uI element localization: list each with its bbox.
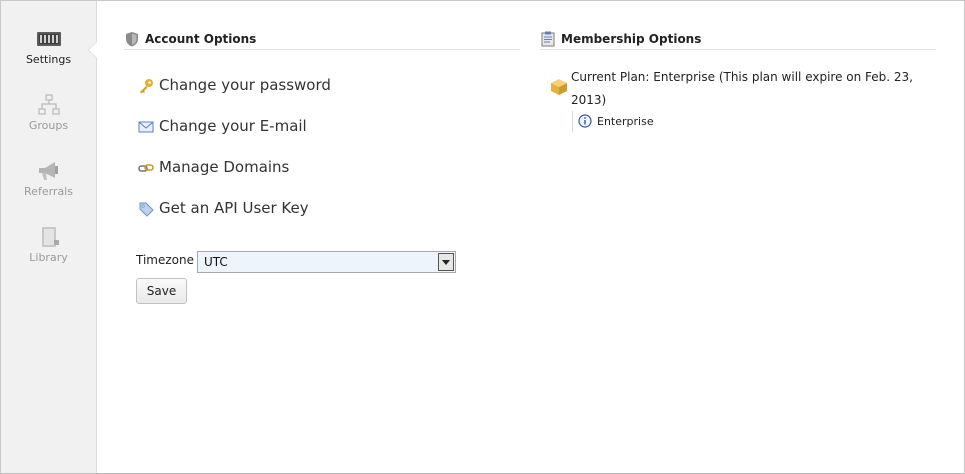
megaphone-icon	[38, 162, 58, 180]
active-indicator	[89, 42, 97, 58]
tag-icon	[139, 202, 154, 217]
sidebar-item-referrals[interactable]: Referrals	[1, 160, 96, 198]
envelope-icon	[138, 121, 154, 133]
current-plan-text: Current Plan: Enterprise (This plan will…	[571, 70, 913, 107]
timezone-select[interactable]: UTC	[197, 251, 456, 273]
sidebar-item-label: Groups	[28, 119, 69, 132]
groups-icon	[37, 94, 60, 115]
sidebar: Settings Groups Referrals Library	[1, 1, 97, 473]
sidebar-item-label: Settings	[25, 53, 72, 66]
package-icon	[551, 79, 567, 95]
clipboard-icon	[541, 31, 555, 47]
sidebar-item-library[interactable]: Library	[1, 226, 96, 264]
info-icon	[578, 114, 592, 128]
app-window: Settings Groups Referrals Library Accoun…	[0, 0, 965, 474]
sidebar-item-label: Referrals	[24, 185, 73, 198]
settings-icon	[36, 32, 61, 46]
membership-options-title: Membership Options	[561, 32, 702, 46]
shield-icon	[126, 32, 138, 47]
save-button[interactable]: Save	[136, 278, 187, 304]
plan-detail: Enterprise	[572, 111, 654, 132]
timezone-label: Timezone	[136, 253, 194, 267]
sidebar-item-groups[interactable]: Groups	[1, 94, 96, 132]
sidebar-item-label: Library	[29, 251, 68, 264]
link-icon	[138, 164, 154, 172]
key-icon	[140, 79, 153, 94]
library-icon	[41, 227, 59, 247]
sidebar-item-settings[interactable]: Settings	[1, 28, 96, 66]
membership-options-header: Membership Options	[540, 29, 936, 50]
account-options-header: Account Options	[124, 29, 520, 50]
chevron-down-icon[interactable]	[438, 253, 454, 271]
plan-detail-text: Enterprise	[597, 115, 654, 128]
account-options-title: Account Options	[145, 32, 257, 46]
timezone-value: UTC	[204, 255, 228, 269]
